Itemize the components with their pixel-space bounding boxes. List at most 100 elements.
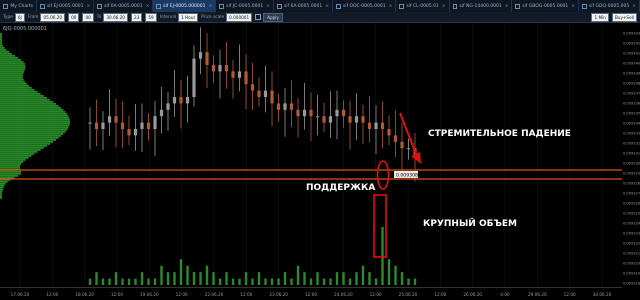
volume-layer — [88, 227, 417, 285]
profile-bar — [0, 163, 22, 165]
y-tick-label: 0.009322 — [623, 242, 640, 246]
chart-tab-5[interactable]: sif 6A-0005.0001 × — [274, 0, 334, 12]
chart-tab-7[interactable]: sif CL-0005.01 × — [396, 0, 450, 12]
y-tick-label: 0.009338 — [623, 82, 640, 86]
profile-bar — [0, 121, 70, 123]
type-field[interactable]: 6J — [14, 12, 25, 22]
volume-bar — [335, 272, 339, 285]
close-icon[interactable]: × — [442, 4, 446, 9]
volume-bar — [277, 278, 280, 285]
candle-body — [380, 122, 385, 129]
profile-bar — [0, 165, 21, 167]
chart-tab-0[interactable]: My Charts — [0, 0, 38, 12]
chart-tab-10[interactable]: sif GDQ-0005.005 × — [579, 0, 640, 12]
profile-bar — [0, 91, 38, 93]
candle-body — [205, 52, 209, 65]
to-minute-field[interactable]: 59 — [145, 12, 157, 22]
candles-layer — [88, 27, 417, 182]
from-minute-field[interactable]: 00 — [82, 12, 94, 22]
close-icon[interactable]: × — [146, 4, 150, 9]
profile-bar — [0, 153, 35, 155]
profile-bar — [0, 55, 15, 57]
tab-label: sif EJ-0005.000001 — [163, 3, 206, 9]
profile-bar — [0, 51, 9, 53]
profile-bar — [0, 111, 66, 113]
chart-tab-6[interactable]: sif OOC-0005.0001 × — [333, 0, 397, 12]
candle-body — [224, 65, 229, 72]
close-icon[interactable]: × — [505, 4, 509, 9]
profile-bar — [0, 157, 29, 159]
profile-bar — [0, 87, 32, 89]
close-icon[interactable]: × — [325, 4, 329, 9]
profile-bar — [0, 83, 27, 85]
tab-label: sif CL-0005.01 — [406, 3, 439, 9]
profile-bar — [0, 39, 2, 41]
candle-body — [354, 116, 359, 123]
candle-body — [257, 90, 261, 97]
apply-button[interactable]: Apply — [263, 12, 283, 22]
price-chart-pane[interactable]: 6JQ-0005.000001 0.009308 СТРЕМИТЕЛЬНОЕ П… — [0, 23, 622, 287]
close-icon[interactable]: × — [571, 4, 575, 9]
candle-body — [185, 97, 190, 104]
volume-bar — [218, 278, 222, 285]
timeframe-select[interactable]: 1 Min — [591, 12, 609, 22]
chart-tab-3[interactable]: sif EJ-0005.000001 × — [153, 0, 217, 12]
to-hour-field[interactable]: 23 — [130, 12, 143, 22]
chart-tab-8[interactable]: sif NG-14400.0001 × — [450, 0, 513, 12]
candle-body — [341, 109, 346, 117]
y-tick-label: 0.009326 — [623, 202, 640, 206]
close-icon[interactable]: × — [208, 4, 212, 9]
chart-symbol-header: 6JQ-0005.000001 — [3, 26, 47, 32]
annotation-volume: КРУПНЫЙ ОБЪЕМ — [423, 217, 517, 229]
profile-bar — [0, 131, 66, 133]
candle-body — [270, 90, 274, 104]
profile-bar — [0, 85, 30, 87]
chart-tab-4[interactable]: sif JC-0005.0001 × — [216, 0, 274, 12]
profile-bar — [0, 73, 24, 75]
profile-bar — [0, 63, 25, 65]
profile-bar — [0, 191, 3, 193]
volume-bar — [238, 278, 241, 285]
y-tick-label: 0.009341 — [623, 52, 640, 56]
chart-tab-9[interactable]: sif GBOG-0005.0001 × — [512, 0, 580, 12]
profile-bar — [0, 35, 2, 37]
from-date-field[interactable]: 05.06.20 — [40, 12, 66, 22]
volume-bar — [329, 278, 332, 285]
candle-body — [322, 116, 326, 123]
chart-tab-1[interactable]: sif EJ-0005.0001 × — [37, 0, 95, 12]
profile-bar — [0, 33, 2, 35]
close-icon[interactable]: × — [632, 4, 636, 9]
side-select[interactable]: Buy+Sell — [611, 12, 637, 22]
chart-grid — [19, 23, 603, 287]
x-tick-label: 12:00 — [370, 292, 382, 297]
apply-checkbox[interactable] — [255, 14, 262, 20]
profile-bar — [0, 119, 70, 121]
chart-tab-2[interactable]: sif 0A-0005.0001 × — [94, 0, 154, 12]
price-scale-field[interactable]: 0.000001 — [226, 12, 253, 22]
candle-body — [218, 65, 222, 72]
interval-select[interactable]: 1 Hour — [178, 12, 199, 22]
close-icon[interactable]: × — [389, 4, 393, 9]
candle-body — [211, 65, 216, 72]
volume-bar — [413, 278, 417, 285]
profile-bar — [0, 123, 70, 125]
volume-bar — [147, 278, 150, 285]
y-tick-label: 0.009336 — [623, 102, 640, 106]
profile-bar — [0, 173, 21, 175]
volume-bar — [212, 272, 215, 285]
close-icon[interactable]: × — [87, 4, 91, 9]
volume-bar — [342, 272, 345, 285]
to-date-field[interactable]: 30.06.20 — [103, 12, 128, 22]
profile-bar — [0, 65, 26, 67]
candle-body — [159, 109, 164, 117]
volume-bar — [374, 278, 378, 285]
close-icon[interactable]: × — [266, 4, 270, 9]
volume-bar — [88, 278, 92, 285]
from-hour-field[interactable]: 00 — [68, 12, 80, 22]
candle-body — [166, 103, 170, 110]
candle-body — [335, 109, 339, 117]
y-tick-label: 0.009319 — [623, 272, 640, 276]
volume-bar — [101, 278, 105, 285]
volume-bar — [368, 272, 371, 285]
profile-bar — [0, 105, 59, 107]
